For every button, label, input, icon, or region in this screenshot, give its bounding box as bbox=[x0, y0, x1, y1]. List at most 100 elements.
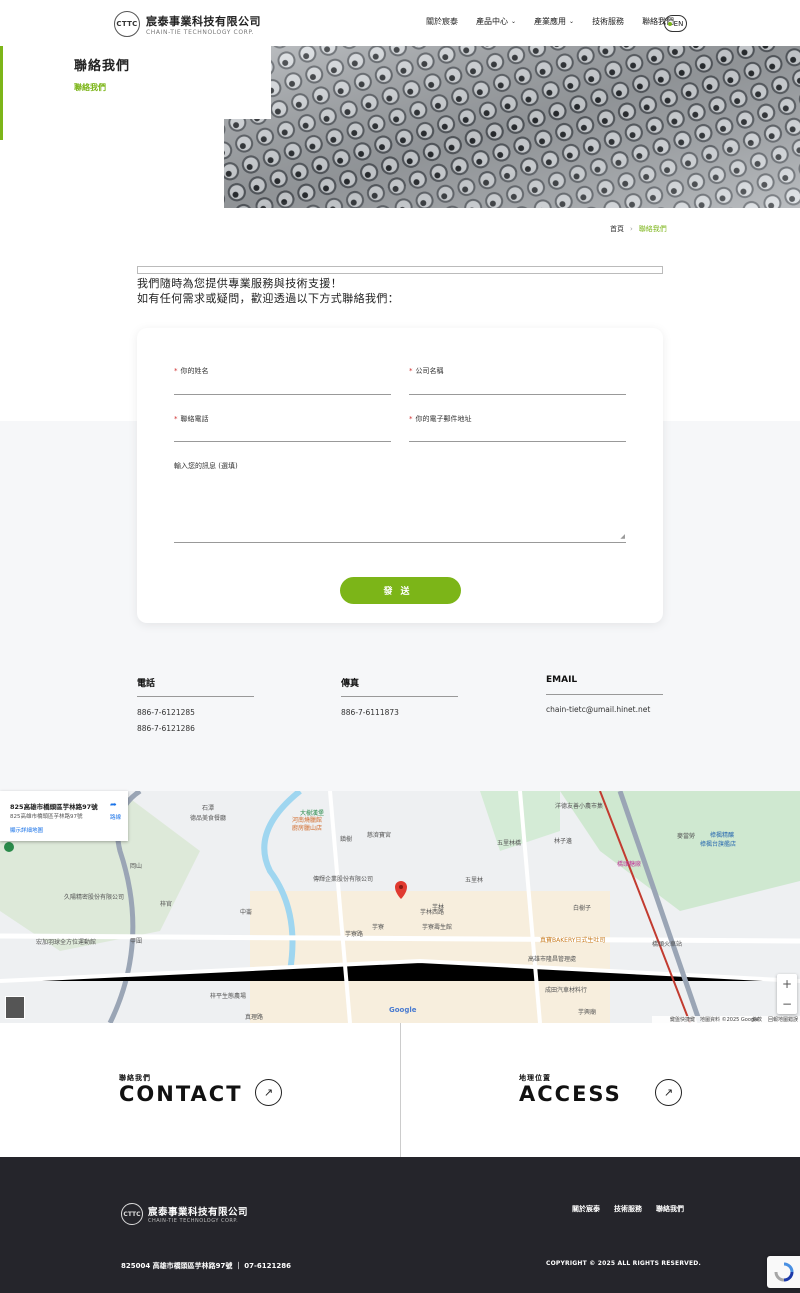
map-label: 橋頭火車站 bbox=[652, 941, 683, 948]
company-field[interactable] bbox=[409, 378, 626, 394]
intro-line-1: 我們隨時為您提供專業服務與技術支援！ bbox=[137, 277, 343, 290]
map-shortcuts-link[interactable]: 鍵盤快捷鍵 bbox=[670, 1016, 695, 1023]
access-arrow-button[interactable]: ↗ bbox=[655, 1079, 682, 1106]
perforated-metal-illustration bbox=[224, 46, 800, 208]
breadcrumb-current: 聯絡我們 bbox=[638, 225, 667, 233]
phone-number-2: 886-7-6121286 bbox=[137, 724, 195, 733]
email-label: * 你的電子郵件地址 bbox=[409, 415, 472, 423]
language-dot-icon bbox=[667, 21, 672, 26]
map-label: 芋寮 bbox=[372, 924, 385, 931]
message-textarea[interactable]: ◢ bbox=[174, 473, 626, 542]
map-label: 宏加羽球全方位運動館 bbox=[36, 939, 97, 946]
map-bigger-link[interactable]: 顯示詳細地圖 bbox=[10, 826, 43, 834]
fax-number: 886-7-6111873 bbox=[341, 708, 399, 717]
breadcrumb: 首頁 › 聯絡我們 bbox=[610, 224, 667, 234]
intro-frame bbox=[137, 266, 663, 274]
arrow-up-right-icon: ↗ bbox=[663, 1086, 674, 1099]
banner-accent-bar bbox=[0, 46, 3, 140]
map-label: 樟楓精醸 bbox=[710, 832, 735, 839]
map-label: 芋興廟 bbox=[578, 1009, 597, 1016]
footer-nav-services[interactable]: 技術服務 bbox=[614, 1204, 642, 1214]
page-title: 聯絡我們 bbox=[74, 59, 131, 74]
map-label: 芋林西路 bbox=[420, 909, 445, 916]
access-cta-title[interactable]: ACCESS bbox=[519, 1082, 622, 1106]
map-label: 五里林橋 bbox=[497, 840, 522, 847]
name-field[interactable] bbox=[174, 378, 391, 394]
map-label: 高雄市隆昌管理處 bbox=[528, 956, 577, 963]
zoom-out-button[interactable]: − bbox=[777, 994, 797, 1014]
contact-arrow-button[interactable]: ↗ bbox=[255, 1079, 282, 1106]
breadcrumb-separator: › bbox=[630, 225, 633, 233]
footer-nav-contact[interactable]: 聯絡我們 bbox=[656, 1204, 684, 1214]
phone-title: 電話 bbox=[137, 679, 156, 689]
map-label: 成田汽車材料行 bbox=[545, 987, 588, 994]
map-label: 岡山 bbox=[130, 863, 143, 870]
nav-item-about[interactable]: 關於宸泰 bbox=[426, 16, 458, 27]
email-address[interactable]: chain-tietc@umail.hinet.net bbox=[546, 705, 650, 714]
resize-handle-icon[interactable]: ◢ bbox=[620, 533, 625, 540]
page-subtitle: 聯絡我們 bbox=[74, 83, 106, 92]
email-title: EMAIL bbox=[546, 675, 578, 685]
phone-label: * 聯絡電話 bbox=[174, 415, 209, 423]
chevron-down-icon: ⌄ bbox=[511, 18, 517, 25]
company-label: * 公司名稱 bbox=[409, 367, 444, 375]
chevron-down-icon: ⌄ bbox=[569, 18, 575, 25]
map-label: 德品美食餐廳 bbox=[190, 815, 227, 822]
logo-company-name: 宸泰事業科技有限公司 bbox=[146, 14, 261, 28]
hero-image bbox=[224, 46, 800, 208]
map-label: 鎮樹 bbox=[340, 836, 353, 843]
language-toggle[interactable]: EN bbox=[664, 15, 687, 32]
map-card-address: 825高雄市橋頭區芋林路97號 bbox=[10, 814, 83, 820]
map-label: 石潭 bbox=[202, 805, 215, 812]
map-label: 中崙 bbox=[240, 909, 253, 916]
zoom-in-button[interactable]: + bbox=[777, 974, 797, 994]
breadcrumb-home[interactable]: 首頁 bbox=[610, 224, 624, 234]
map-label: 真理路 bbox=[245, 1014, 264, 1021]
map-pin-icon bbox=[4, 842, 14, 852]
map-label: 五里林 bbox=[465, 877, 484, 884]
map-label: 慈濟寶宮 bbox=[367, 832, 392, 839]
recaptcha-badge[interactable] bbox=[767, 1256, 800, 1288]
map-terms-link[interactable]: 條款 bbox=[752, 1016, 762, 1023]
map-label: 傳輝企業股份有限公司 bbox=[313, 876, 374, 883]
map-card-title: 825高雄市橋頭區芋林路97號 bbox=[10, 803, 98, 811]
map-place-card: 825高雄市橋頭區芋林路97號 825高雄市橋頭區芋林路97號 顯示詳細地圖 ➦… bbox=[0, 791, 128, 841]
phone-number-1: 886-7-6121285 bbox=[137, 708, 195, 717]
map-attribution: 地圖資料 ©2025 Google bbox=[700, 1017, 759, 1023]
map-label: 樟楓台旗艦店 bbox=[700, 841, 737, 848]
map-label: 久陽精密股份有限公司 bbox=[64, 894, 125, 901]
map-label: 芋寮壽生館 bbox=[422, 924, 453, 931]
send-button[interactable]: 發送 bbox=[340, 577, 461, 604]
map-label: 橋頭糖廠 bbox=[617, 861, 642, 868]
logo-company-name-en: CHAIN-TIE TECHNOLOGY CORP. bbox=[146, 28, 255, 36]
map-label: 廚房臘山店 bbox=[292, 825, 323, 832]
footer-nav-about[interactable]: 關於宸泰 bbox=[572, 1204, 600, 1214]
directions-link[interactable]: 路線 bbox=[110, 813, 121, 821]
footer-logo-mark: CTTC bbox=[121, 1203, 143, 1225]
map-label: 林子邊 bbox=[554, 838, 573, 845]
footer-company-name: 宸泰事業科技有限公司 bbox=[148, 1207, 249, 1218]
intro-line-2: 如有任何需求或疑問，歡迎透過以下方式聯絡我們： bbox=[137, 292, 400, 305]
nav-item-services[interactable]: 技術服務 bbox=[592, 16, 624, 27]
contact-cta-title[interactable]: CONTACT bbox=[119, 1082, 243, 1106]
map-report-link[interactable]: 回報地圖錯誤 bbox=[768, 1016, 798, 1023]
message-label: 輸入您的訊息 (選填) bbox=[174, 462, 238, 470]
phone-field[interactable] bbox=[174, 425, 391, 441]
nav-item-products[interactable]: 產品中心 ⌄ bbox=[476, 16, 516, 27]
site-footer bbox=[0, 1157, 800, 1293]
email-field[interactable] bbox=[409, 425, 626, 441]
recaptcha-icon bbox=[774, 1262, 793, 1282]
name-label: * 你的姓名 bbox=[174, 367, 209, 375]
map-label: 洋德友善小農市集 bbox=[555, 803, 604, 810]
site-logo[interactable]: CTTC 宸泰事業科技有限公司 CHAIN-TIE TECHNOLOGY COR… bbox=[114, 10, 274, 38]
map-label: 麥當勞 bbox=[677, 833, 696, 840]
footer-logo[interactable]: CTTC 宸泰事業科技有限公司 CHAIN-TIE TECHNOLOGY COR… bbox=[121, 1203, 248, 1225]
banner-title-panel bbox=[3, 46, 271, 118]
map-label: 梓官 bbox=[160, 901, 173, 908]
map-label: 白樹子 bbox=[573, 905, 592, 912]
directions-icon[interactable]: ➦ bbox=[110, 800, 120, 810]
logo-mark: CTTC bbox=[114, 11, 140, 37]
nav-item-applications[interactable]: 產業應用 ⌄ bbox=[534, 16, 574, 27]
map-satellite-toggle[interactable] bbox=[5, 996, 25, 1019]
footer-company-name-en: CHAIN-TIE TECHNOLOGY CORP. bbox=[148, 1218, 239, 1224]
